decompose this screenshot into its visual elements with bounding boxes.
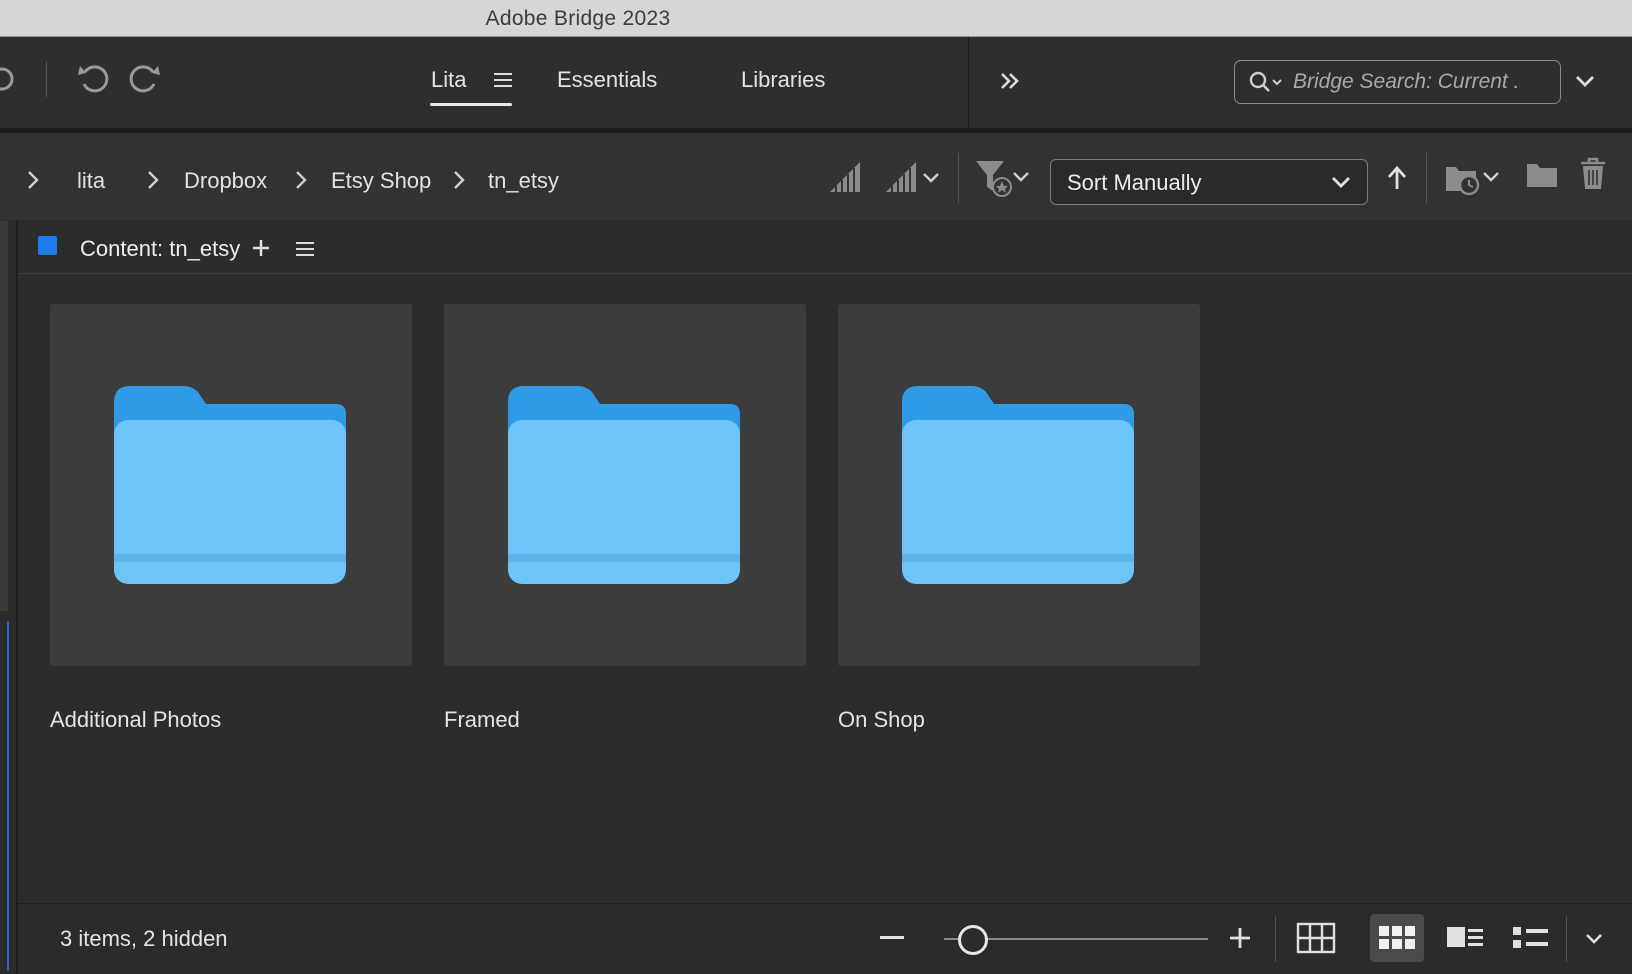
- path-bar: lita Dropbox Etsy Shop tn_etsy Sort Manu…: [0, 128, 1632, 220]
- add-tab-icon[interactable]: [252, 239, 270, 257]
- search-placeholder: Bridge Search: Current .: [1293, 70, 1520, 93]
- pathbar-separator: [958, 153, 959, 203]
- content-panel-title: Content: tn_etsy: [80, 236, 241, 261]
- slider-thumb[interactable]: [958, 925, 989, 955]
- breadcrumb-tn-etsy[interactable]: tn_etsy: [488, 168, 559, 194]
- chevron-down-icon[interactable]: [1574, 73, 1596, 89]
- panel-menu-icon[interactable]: [296, 241, 314, 257]
- toolbar-divider: [968, 37, 969, 128]
- active-tab-indicator: [430, 103, 512, 106]
- new-folder-icon[interactable]: [1526, 161, 1558, 189]
- folder-icon: [114, 386, 346, 584]
- left-panel-selection: [0, 621, 9, 971]
- breadcrumb-dropbox[interactable]: Dropbox: [184, 168, 267, 194]
- breadcrumb-etsy-shop[interactable]: Etsy Shop: [331, 168, 431, 194]
- more-workspaces-icon[interactable]: [998, 71, 1022, 91]
- lock-grid-icon[interactable]: [1296, 922, 1336, 954]
- zoom-in-icon[interactable]: [1229, 927, 1251, 949]
- breadcrumb-lita[interactable]: lita: [77, 168, 105, 194]
- folder-label[interactable]: Additional Photos: [50, 707, 221, 733]
- chevron-down-icon[interactable]: [1584, 932, 1604, 946]
- tab-libraries[interactable]: Libraries: [741, 67, 825, 93]
- folder-thumbnail[interactable]: [444, 304, 806, 666]
- folder-icon: [508, 386, 740, 584]
- window-title: Adobe Bridge 2023: [485, 7, 671, 30]
- tab-essentials[interactable]: Essentials: [557, 67, 657, 93]
- zoom-out-icon[interactable]: [880, 935, 904, 941]
- status-bar: 3 items, 2 hidden: [18, 903, 1632, 974]
- title-bar: Adobe Bridge 2023: [0, 0, 1632, 37]
- chevron-right-icon[interactable]: [294, 170, 308, 190]
- bridge-window: Adobe Bridge 2023 Lita Essentials Librar…: [0, 0, 1632, 974]
- trash-icon[interactable]: [1578, 157, 1608, 191]
- panel-color-swatch: [38, 236, 57, 255]
- toolbar-separator: [46, 61, 47, 97]
- item-count: 3 items, 2 hidden: [60, 926, 228, 951]
- folder-thumbnail[interactable]: [838, 304, 1200, 666]
- filter-icon[interactable]: [974, 157, 1036, 197]
- content-panel: Content: tn_etsy Additional Photos Frame…: [16, 221, 1632, 974]
- app-toolbar: Lita Essentials Libraries Bridge Search:…: [0, 37, 1632, 128]
- folder-label[interactable]: On Shop: [838, 707, 925, 733]
- status-separator: [1275, 916, 1276, 962]
- content-panel-header: Content: tn_etsy: [18, 221, 1632, 274]
- chevron-right-icon[interactable]: [452, 170, 466, 190]
- rotate-left-icon[interactable]: [76, 61, 112, 97]
- pathbar-separator: [1426, 153, 1427, 203]
- bridge-search-field[interactable]: Bridge Search: Current .: [1234, 60, 1561, 104]
- thumbnail-view-button[interactable]: [1370, 914, 1424, 962]
- grid-view-icon: [1379, 926, 1415, 949]
- chevron-right-icon[interactable]: [26, 170, 40, 190]
- folder-icon: [902, 386, 1134, 584]
- search-icon[interactable]: [1249, 71, 1285, 93]
- boomerang-icon[interactable]: [0, 61, 16, 97]
- recent-folders-icon[interactable]: [1444, 157, 1506, 197]
- folder-label[interactable]: Framed: [444, 707, 520, 733]
- thumbnail-quality-icon[interactable]: [828, 160, 862, 194]
- folder-thumbnail[interactable]: [50, 304, 412, 666]
- sort-dropdown[interactable]: Sort Manually: [1050, 159, 1368, 205]
- left-panel-edge: [0, 221, 16, 974]
- list-view-icon[interactable]: [1512, 924, 1550, 952]
- thumbnail-size-slider[interactable]: [944, 924, 1208, 955]
- workspace-menu-icon[interactable]: [494, 72, 512, 88]
- status-separator: [1566, 916, 1567, 962]
- left-panel-strip: [0, 221, 8, 611]
- tab-lita[interactable]: Lita: [431, 67, 466, 93]
- details-view-icon[interactable]: [1446, 924, 1484, 952]
- rotate-right-icon[interactable]: [126, 61, 162, 97]
- chevron-right-icon[interactable]: [146, 170, 160, 190]
- chevron-down-icon: [1332, 177, 1350, 188]
- right-window-edge: [1632, 0, 1638, 974]
- sort-ascending-icon[interactable]: [1386, 165, 1408, 191]
- rating-filter-icon[interactable]: [884, 160, 944, 194]
- sort-label: Sort Manually: [1067, 170, 1202, 195]
